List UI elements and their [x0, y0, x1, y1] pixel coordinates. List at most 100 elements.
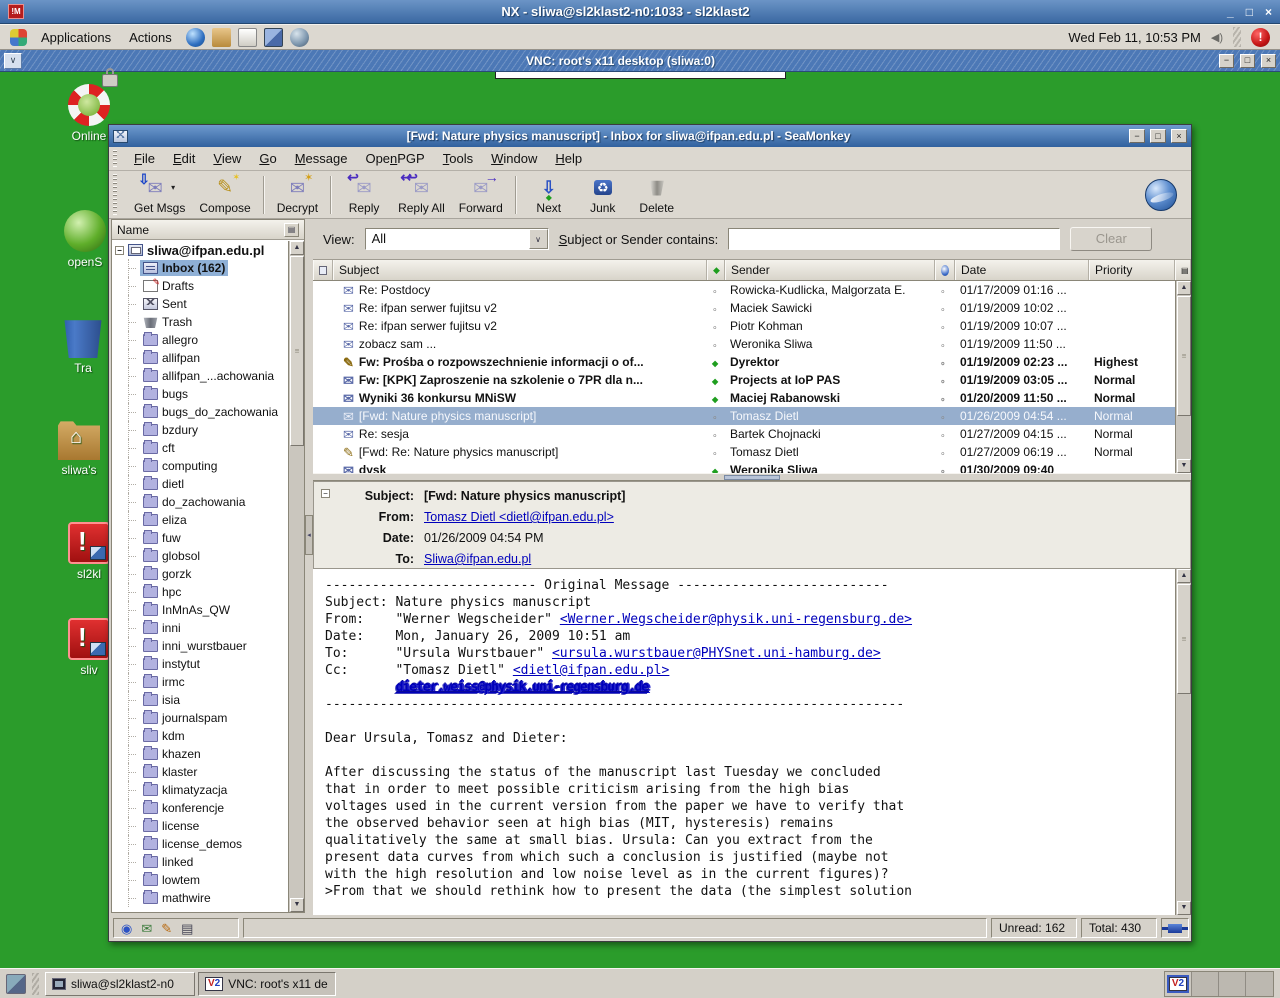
message-row[interactable]: ✉Re: ifpan serwer fujitsu v2∘Piotr Kohma… [313, 317, 1175, 335]
folder-item[interactable]: Inbox (162) [112, 259, 288, 277]
vnc-maximize-button[interactable] [1240, 54, 1255, 68]
folder-item[interactable]: allifpan [112, 349, 288, 367]
folder-item[interactable]: license [112, 817, 288, 835]
menu-window[interactable]: Window [482, 148, 546, 169]
workspace-2[interactable] [1192, 972, 1219, 996]
search-input[interactable] [728, 228, 1060, 250]
junk-button[interactable]: Junk [576, 173, 630, 217]
folder-item[interactable]: journalspam [112, 709, 288, 727]
to-link[interactable]: Sliwa@ifpan.edu.pl [424, 552, 531, 566]
read-dot-icon[interactable]: ∘ [712, 430, 718, 440]
flag-dot-icon[interactable]: ∘ [940, 448, 946, 458]
desktop-icon-home[interactable]: sliwa's [46, 418, 112, 477]
menu-file[interactable]: File [125, 148, 164, 169]
menubar-grippy[interactable] [113, 150, 117, 167]
folder-column-picker-icon[interactable]: ▤ [284, 223, 299, 237]
column-date[interactable]: Date [955, 260, 1089, 280]
folder-item[interactable]: bugs [112, 385, 288, 403]
forward-button[interactable]: Forward [452, 173, 510, 217]
flag-dot-icon[interactable]: ∘ [940, 286, 946, 296]
flag-dot-icon[interactable]: ∘ [940, 430, 946, 440]
workspace-3[interactable] [1219, 972, 1246, 996]
vnc-minimize-button[interactable] [1219, 54, 1234, 68]
message-row[interactable]: ✉Re: Postdocy∘Rowicka-Kudlicka, Malgorza… [313, 281, 1175, 299]
column-priority[interactable]: Priority [1089, 260, 1175, 280]
folder-item[interactable]: instytut [112, 655, 288, 673]
folder-item[interactable]: khazen [112, 745, 288, 763]
column-flag[interactable] [935, 260, 955, 280]
next-button[interactable]: Next [522, 173, 576, 217]
actions-menu[interactable]: Actions [125, 28, 176, 47]
nx-close-button[interactable]: × [1265, 5, 1272, 19]
menu-view[interactable]: View [204, 148, 250, 169]
clear-button[interactable]: Clear [1070, 227, 1152, 251]
folder-item[interactable]: klaster [112, 763, 288, 781]
mail-titlebar[interactable]: [Fwd: Nature physics manuscript] - Inbox… [109, 125, 1191, 147]
flag-dot-icon[interactable]: ∘ [940, 322, 946, 332]
reply-all-button[interactable]: Reply All [391, 173, 452, 217]
folder-splitter-handle[interactable]: ◂ [305, 515, 313, 555]
vnc-close-button[interactable] [1261, 54, 1276, 68]
addressbook-icon[interactable] [181, 922, 193, 935]
panel-clock[interactable]: Wed Feb 11, 10:53 PM [1068, 30, 1200, 45]
flag-dot-icon[interactable]: ∘ [940, 376, 946, 386]
folder-scrollbar[interactable]: ▲ ▼ [288, 241, 304, 912]
mail-close-button[interactable] [1171, 129, 1187, 143]
message-row[interactable]: ✉Wyniki 36 konkursu MNiSW◆Maciej Rabanow… [313, 389, 1175, 407]
unread-diamond-icon[interactable]: ◆ [712, 359, 718, 368]
garbled-email-link[interactable]: dieter.weiss@physik.uni-regensburg.de [395, 680, 648, 695]
toolbar-grippy[interactable] [113, 174, 117, 215]
window-list-icon[interactable] [6, 974, 26, 994]
scroll-down-arrow[interactable]: ▼ [1177, 901, 1191, 915]
taskbar-button-vnc[interactable]: VNC: root's x11 de [198, 972, 336, 996]
compose-button[interactable]: Compose [192, 173, 257, 217]
scrollbar-thumb[interactable] [1177, 296, 1191, 416]
decrypt-button[interactable]: Decrypt [270, 173, 325, 217]
folder-item[interactable]: Trash [112, 313, 288, 331]
unread-diamond-icon[interactable]: ◆ [712, 377, 718, 386]
alert-icon[interactable]: ! [1251, 28, 1270, 47]
from-link[interactable]: Tomasz Dietl <dietl@ifpan.edu.pl> [424, 510, 614, 524]
column-sender[interactable]: Sender [725, 260, 935, 280]
web-browser-icon[interactable] [186, 28, 205, 47]
flag-dot-icon[interactable]: ∘ [940, 394, 946, 404]
online-status[interactable] [1161, 918, 1189, 938]
navigator-icon[interactable] [121, 922, 132, 935]
menu-tools[interactable]: Tools [434, 148, 482, 169]
read-dot-icon[interactable]: ∘ [712, 286, 718, 296]
nx-minimize-button[interactable]: _ [1227, 5, 1234, 19]
folder-item[interactable]: bzdury [112, 421, 288, 439]
folder-pane-header[interactable]: Name ▤ [112, 220, 304, 240]
email-link[interactable]: <ursula.wurstbauer@PHYSnet.uni-hamburg.d… [552, 646, 881, 661]
reply-button[interactable]: Reply [337, 173, 391, 217]
main-menu-icon[interactable] [10, 29, 27, 46]
folder-item[interactable]: konferencje [112, 799, 288, 817]
read-dot-icon[interactable]: ∘ [712, 322, 718, 332]
folder-item[interactable]: klimatyzacja [112, 781, 288, 799]
workspace-1[interactable] [1165, 972, 1192, 996]
column-read[interactable]: ◆ [707, 260, 725, 280]
mail-maximize-button[interactable] [1150, 129, 1166, 143]
flag-dot-icon[interactable]: ∘ [940, 358, 946, 368]
body-scrollbar[interactable]: ▲ ▼ [1175, 569, 1191, 915]
folder-item[interactable]: dietl [112, 475, 288, 493]
folder-item[interactable]: license_demos [112, 835, 288, 853]
displays-icon[interactable] [264, 28, 283, 47]
notes-icon[interactable] [238, 28, 257, 47]
email-link[interactable]: <Werner.Wegscheider@physik.uni-regensbur… [560, 612, 912, 627]
taskbar-handle[interactable] [32, 973, 39, 995]
flag-dot-icon[interactable]: ∘ [940, 304, 946, 314]
folder-item[interactable]: cft [112, 439, 288, 457]
collapse-twisty[interactable]: − [115, 246, 124, 255]
nx-maximize-button[interactable]: □ [1246, 5, 1253, 19]
folder-item[interactable]: globsol [112, 547, 288, 565]
column-thread[interactable] [313, 260, 333, 280]
read-dot-icon[interactable]: ∘ [712, 412, 718, 422]
view-dropdown[interactable]: All ∨ [365, 228, 549, 250]
scroll-down-arrow[interactable]: ▼ [290, 898, 304, 912]
chevron-down-icon[interactable]: ▾ [171, 183, 175, 192]
read-dot-icon[interactable]: ∘ [712, 304, 718, 314]
message-pane-splitter-handle[interactable] [724, 475, 780, 480]
mail-folder-icon[interactable] [212, 28, 231, 47]
folder-item[interactable]: kdm [112, 727, 288, 745]
